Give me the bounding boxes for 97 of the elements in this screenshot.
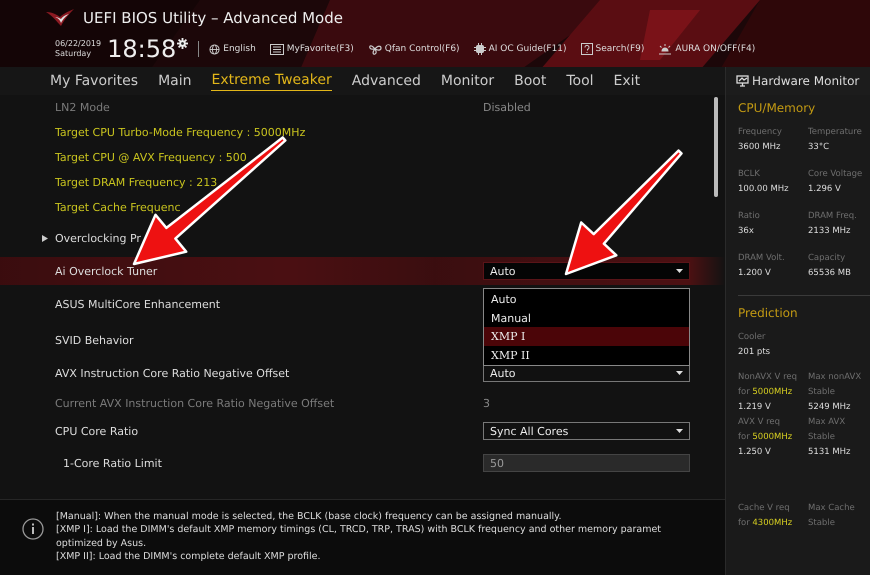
setting-label: SVID Behavior xyxy=(55,334,135,347)
monitor-value: 33°C xyxy=(808,141,830,154)
dropdown-option[interactable]: XMP II xyxy=(484,346,689,364)
monitor-label: NonAVX V req xyxy=(738,371,798,384)
setting-value: 3 xyxy=(483,396,490,410)
monitor-label: DRAM Freq. xyxy=(808,210,858,224)
monitor-value: 5249 MHz xyxy=(808,401,852,414)
monitor-value: 1.250 V xyxy=(738,446,772,460)
section-title: CPU/Memory xyxy=(738,101,816,116)
help-text: [XMP I]: Load the DIMM's default XMP memory timings (CL, TRCD, TRP, TRAS) with BCLK frequency and other memory paramet xyxy=(56,523,662,537)
input-field[interactable]: 50 xyxy=(483,454,690,472)
monitor-value: 5131 MHz xyxy=(808,446,852,460)
panel-title: Hardware Monitor xyxy=(752,74,860,88)
monitor-label: Max Cache xyxy=(808,502,856,515)
help-icon xyxy=(580,43,593,55)
monitor-icon xyxy=(736,74,749,87)
setting-label: Target CPU @ AVX Frequency : 500 xyxy=(55,151,248,164)
tab[interactable]: Advanced xyxy=(352,70,421,91)
dropdown-field[interactable]: Auto xyxy=(483,262,690,280)
tab[interactable]: Tool xyxy=(566,70,594,91)
monitor-label: Cooler xyxy=(738,331,766,344)
setting-label: Ai Overclock Tuner xyxy=(55,264,158,278)
setting-label[interactable]: Overclocking Pr xyxy=(55,232,483,246)
monitor-value: 36x xyxy=(738,225,755,238)
light-icon xyxy=(658,43,672,55)
monitor-label: Frequency xyxy=(738,126,783,140)
monitor-label: Core Voltage xyxy=(808,168,864,182)
setting-label: Target CPU Turbo-Mode Frequency : 5000MHz xyxy=(55,126,306,140)
monitor-label: BCLK xyxy=(738,168,761,182)
toolbar-button[interactable]: Search(F9) xyxy=(580,43,644,55)
fan-icon xyxy=(368,43,382,55)
monitor-label: DRAM Volt. xyxy=(738,252,786,266)
help-text: optimized by Asus. xyxy=(56,536,148,550)
setting-label: 1-Core Ratio Limit xyxy=(62,456,163,470)
monitor-label: for 5000MHz xyxy=(738,386,794,400)
tab[interactable]: Exit xyxy=(614,70,640,91)
setting-label: AVX Instruction Core Ratio Negative Offset xyxy=(55,366,290,380)
monitor-label: for 5000MHz xyxy=(738,431,794,444)
monitor-label: Max AVX xyxy=(808,416,846,430)
toolbar-button[interactable]: MyFavorite(F3) xyxy=(270,44,354,54)
dropdown-option[interactable]: XMP I xyxy=(484,327,689,346)
tab[interactable]: Main xyxy=(158,70,192,91)
monitor-value: 2133 MHz xyxy=(808,225,852,238)
folder-icon xyxy=(270,44,284,54)
dropdown-option[interactable]: Auto xyxy=(484,290,689,309)
monitor-value: 201 pts xyxy=(738,346,772,360)
tab[interactable]: My Favorites xyxy=(50,70,138,91)
caret-icon xyxy=(676,371,683,376)
selected-row[interactable]: Ai Overclock Tuner Auto xyxy=(0,257,725,286)
date-text: 06/22/2019 xyxy=(55,39,102,49)
dropdown-field[interactable]: Sync All Cores xyxy=(483,422,690,440)
help-text: [Manual]: When the manual mode is selected, the BCLK (base clock) frequency can be assigned manually. xyxy=(56,510,562,524)
tab[interactable]: Monitor xyxy=(440,70,494,91)
monitor-label: Max nonAVX xyxy=(808,371,862,384)
setting-label: Target Cache Frequenc xyxy=(55,201,182,214)
monitor-label: for 4300MHz xyxy=(738,516,794,530)
chip-icon xyxy=(474,43,486,55)
setting-label: Target DRAM Frequency : 213 xyxy=(55,176,218,190)
monitor-value: 1.296 V xyxy=(808,183,842,196)
monitor-label: Stable xyxy=(808,516,836,530)
setting-label: CPU Core Ratio xyxy=(55,424,140,438)
caret-icon xyxy=(676,269,683,274)
caret-icon xyxy=(676,429,683,434)
monitor-label: Stable xyxy=(808,431,836,444)
monitor-label: Capacity xyxy=(808,252,846,266)
monitor-value: 65536 MB xyxy=(808,267,852,280)
toolbar-button[interactable]: Qfan Control(F6) xyxy=(368,43,460,55)
help-text: [XMP II]: Load the DIMM's complete default XMP profile. xyxy=(56,550,322,564)
caret-icon xyxy=(42,235,48,242)
tab[interactable]: Boot xyxy=(514,70,546,91)
tab[interactable]: Extreme Tweaker xyxy=(211,70,332,92)
dropdown-option[interactable]: Manual xyxy=(484,308,689,328)
setting-value: Disabled xyxy=(483,101,531,114)
window-title: UEFI BIOS Utility – Advanced Mode xyxy=(83,9,343,27)
monitor-value: 3600 MHz xyxy=(738,141,782,154)
globe-icon xyxy=(209,44,220,54)
settings-icon[interactable] xyxy=(177,38,188,48)
scrollbar[interactable] xyxy=(714,97,718,198)
monitor-label: Stable xyxy=(808,386,836,400)
monitor-label: Temperature xyxy=(808,126,863,140)
setting-label: LN2 Mode xyxy=(55,101,111,114)
info-icon xyxy=(22,518,44,540)
monitor-label: AVX V req xyxy=(738,416,782,430)
monitor-value: 1.200 V xyxy=(738,267,772,280)
clock-time: 18:58 xyxy=(107,36,176,62)
logo-icon xyxy=(45,8,75,28)
monitor-label: Cache V req xyxy=(738,502,791,515)
toolbar-button[interactable]: AURA ON/OFF(F4) xyxy=(658,43,756,55)
monitor-value: 100.00 MHz xyxy=(738,183,790,196)
section-title: Prediction xyxy=(738,306,799,320)
monitor-value: 1.219 V xyxy=(738,401,772,414)
setting-label: ASUS MultiCore Enhancement xyxy=(55,298,222,311)
toolbar-button[interactable]: English xyxy=(209,44,256,54)
toolbar-button[interactable]: AI OC Guide(F11) xyxy=(474,43,567,55)
setting-label: Current AVX Instruction Core Ratio Negative Offset xyxy=(55,396,336,410)
monitor-label: Ratio xyxy=(738,210,761,224)
weekday-text: Saturday xyxy=(55,49,92,59)
